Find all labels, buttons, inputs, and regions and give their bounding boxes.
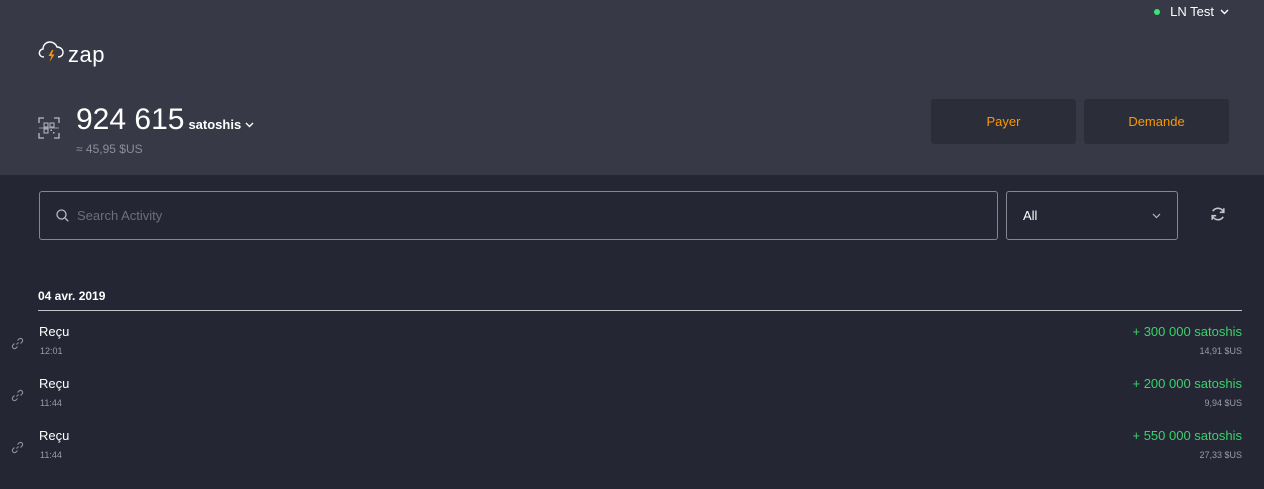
wallet-selector[interactable]: LN Test <box>1154 4 1229 19</box>
activity-fiat: 9,94 $US <box>1204 398 1242 408</box>
request-button[interactable]: Demande <box>1084 99 1229 144</box>
balance-amount: 924 615 <box>76 103 185 136</box>
refresh-icon[interactable] <box>1210 206 1226 222</box>
activity-date-header: 04 avr. 2019 <box>38 289 1242 311</box>
link-icon <box>11 441 24 454</box>
filter-selected: All <box>1023 208 1038 223</box>
activity-type: Reçu <box>39 428 70 443</box>
cloud-lightning-icon <box>38 41 64 62</box>
search-input[interactable] <box>77 208 957 223</box>
logo: zap <box>38 36 105 68</box>
activity-type: Reçu <box>39 376 70 391</box>
activity-amount: + 300 000 satoshis <box>1132 324 1243 339</box>
balance: 924 615 satoshis ≈ 45,95 $US <box>38 103 254 156</box>
chevron-down-icon <box>1220 9 1229 14</box>
activity-amount: + 550 000 satoshis <box>1132 428 1243 443</box>
qr-code-icon[interactable] <box>38 117 60 139</box>
activity-filter-select[interactable]: All <box>1006 191 1178 240</box>
activity-time: 11:44 <box>40 398 62 408</box>
search-icon <box>56 209 69 222</box>
online-status-dot <box>1154 8 1161 15</box>
activity-row[interactable]: Reçu 11:44 + 200 000 satoshis 9,94 $US <box>0 376 1264 420</box>
activity-fiat: 14,91 $US <box>1199 346 1242 356</box>
balance-fiat: ≈ 45,95 $US <box>76 142 143 156</box>
link-icon <box>11 337 24 350</box>
search-box[interactable] <box>39 191 998 240</box>
balance-unit-selector[interactable]: satoshis <box>188 117 254 132</box>
chevron-down-icon <box>245 122 254 127</box>
header: LN Test zap 924 615 satoshis ≈ 45,95 $US… <box>0 0 1264 175</box>
activity-amount: + 200 000 satoshis <box>1132 376 1243 391</box>
activity-time: 12:01 <box>40 346 63 356</box>
activity-time: 11:44 <box>40 450 62 460</box>
activity-row[interactable]: Reçu 11:44 + 550 000 satoshis 27,33 $US <box>0 428 1264 472</box>
activity-fiat: 27,33 $US <box>1199 450 1242 460</box>
activity-row[interactable]: Reçu 12:01 + 300 000 satoshis 14,91 $US <box>0 324 1264 368</box>
logo-text: zap <box>68 42 105 67</box>
link-icon <box>11 389 24 402</box>
chevron-down-icon <box>1152 213 1161 218</box>
activity-type: Reçu <box>39 324 70 339</box>
balance-unit: satoshis <box>188 117 242 132</box>
wallet-name: LN Test <box>1170 4 1214 19</box>
pay-button[interactable]: Payer <box>931 99 1076 144</box>
